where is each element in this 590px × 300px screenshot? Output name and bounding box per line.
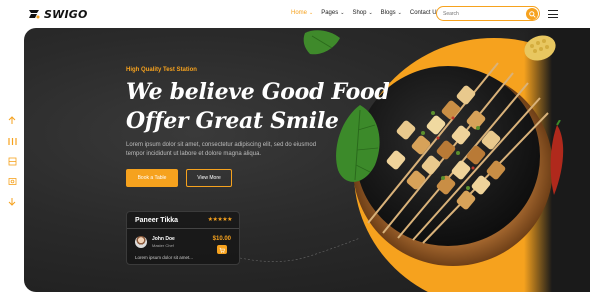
headline-line-2: Offer Great Smile xyxy=(126,108,339,134)
view-more-button[interactable]: View More xyxy=(186,169,232,187)
chevron-down-icon: ⌄ xyxy=(368,10,373,16)
search-button[interactable] xyxy=(526,8,538,20)
search-box xyxy=(436,6,540,21)
arrow-up-icon[interactable] xyxy=(6,114,18,126)
book-table-button[interactable]: Book a Table xyxy=(126,169,178,187)
add-to-cart-button[interactable] xyxy=(217,245,227,254)
nav-label: Pages xyxy=(321,10,339,16)
nav-item-pages[interactable]: Pages ⌄ xyxy=(321,10,344,16)
hero-description: Lorem ipsum dolor sit amet, consectetur … xyxy=(126,142,317,157)
arrow-down-icon[interactable] xyxy=(6,195,18,207)
connector-line xyxy=(240,237,360,262)
search-input[interactable] xyxy=(443,9,523,19)
dish-card[interactable]: Paneer Tikka ★★★★★ John Doe Master Chef … xyxy=(126,211,240,265)
chevron-down-icon: ⌄ xyxy=(309,10,314,16)
image-icon[interactable] xyxy=(6,175,18,187)
main-nav: Home ⌄ Pages ⌄ Shop ⌄ Blogs ⌄ Contact Us xyxy=(291,10,440,16)
dish-description: Lorem ipsum dolor sit amet... xyxy=(135,255,194,260)
headline-line-1: We believe Good Food xyxy=(126,79,390,105)
chef-role: Master Chef xyxy=(152,243,174,248)
hamburger-menu-icon[interactable] xyxy=(548,10,558,18)
hero-section: High Quality Test Station We believe Goo… xyxy=(24,28,590,292)
search-icon xyxy=(528,10,536,18)
chef-name: John Doe xyxy=(152,236,175,242)
divider xyxy=(127,228,239,229)
avatar xyxy=(135,236,147,248)
side-rail xyxy=(0,28,24,300)
dish-price: $10.00 xyxy=(212,236,231,242)
filter-icon[interactable] xyxy=(6,135,18,147)
herb-leaves-image xyxy=(303,30,340,55)
hero-headline: We believe Good Food Offer Great Smile xyxy=(126,78,390,136)
chili-image xyxy=(550,120,564,195)
nav-item-blogs[interactable]: Blogs ⌄ xyxy=(381,10,402,16)
corn-image xyxy=(524,35,556,61)
chevron-down-icon: ⌄ xyxy=(340,10,345,16)
page: SWIGO Home ⌄ Pages ⌄ Shop ⌄ Blogs ⌄ Contact … xyxy=(0,0,590,300)
chevron-down-icon: ⌄ xyxy=(397,10,402,16)
cart-icon xyxy=(219,247,225,253)
nav-item-home[interactable]: Home ⌄ xyxy=(291,10,313,16)
rating-stars-icon: ★★★★★ xyxy=(207,217,233,223)
brand-name: SWIGO xyxy=(44,7,88,21)
nav-item-shop[interactable]: Shop ⌄ xyxy=(352,10,372,16)
header: SWIGO Home ⌄ Pages ⌄ Shop ⌄ Blogs ⌄ Contact … xyxy=(0,0,590,28)
hero-tagline: High Quality Test Station xyxy=(126,67,197,73)
logo[interactable]: SWIGO xyxy=(27,7,88,21)
nav-label: Home xyxy=(291,10,308,16)
grid-icon[interactable] xyxy=(6,155,18,167)
nav-label: Blogs xyxy=(380,10,396,16)
dish-title: Paneer Tikka xyxy=(135,217,179,224)
nav-label: Shop xyxy=(352,10,367,16)
logo-icon xyxy=(29,10,40,19)
